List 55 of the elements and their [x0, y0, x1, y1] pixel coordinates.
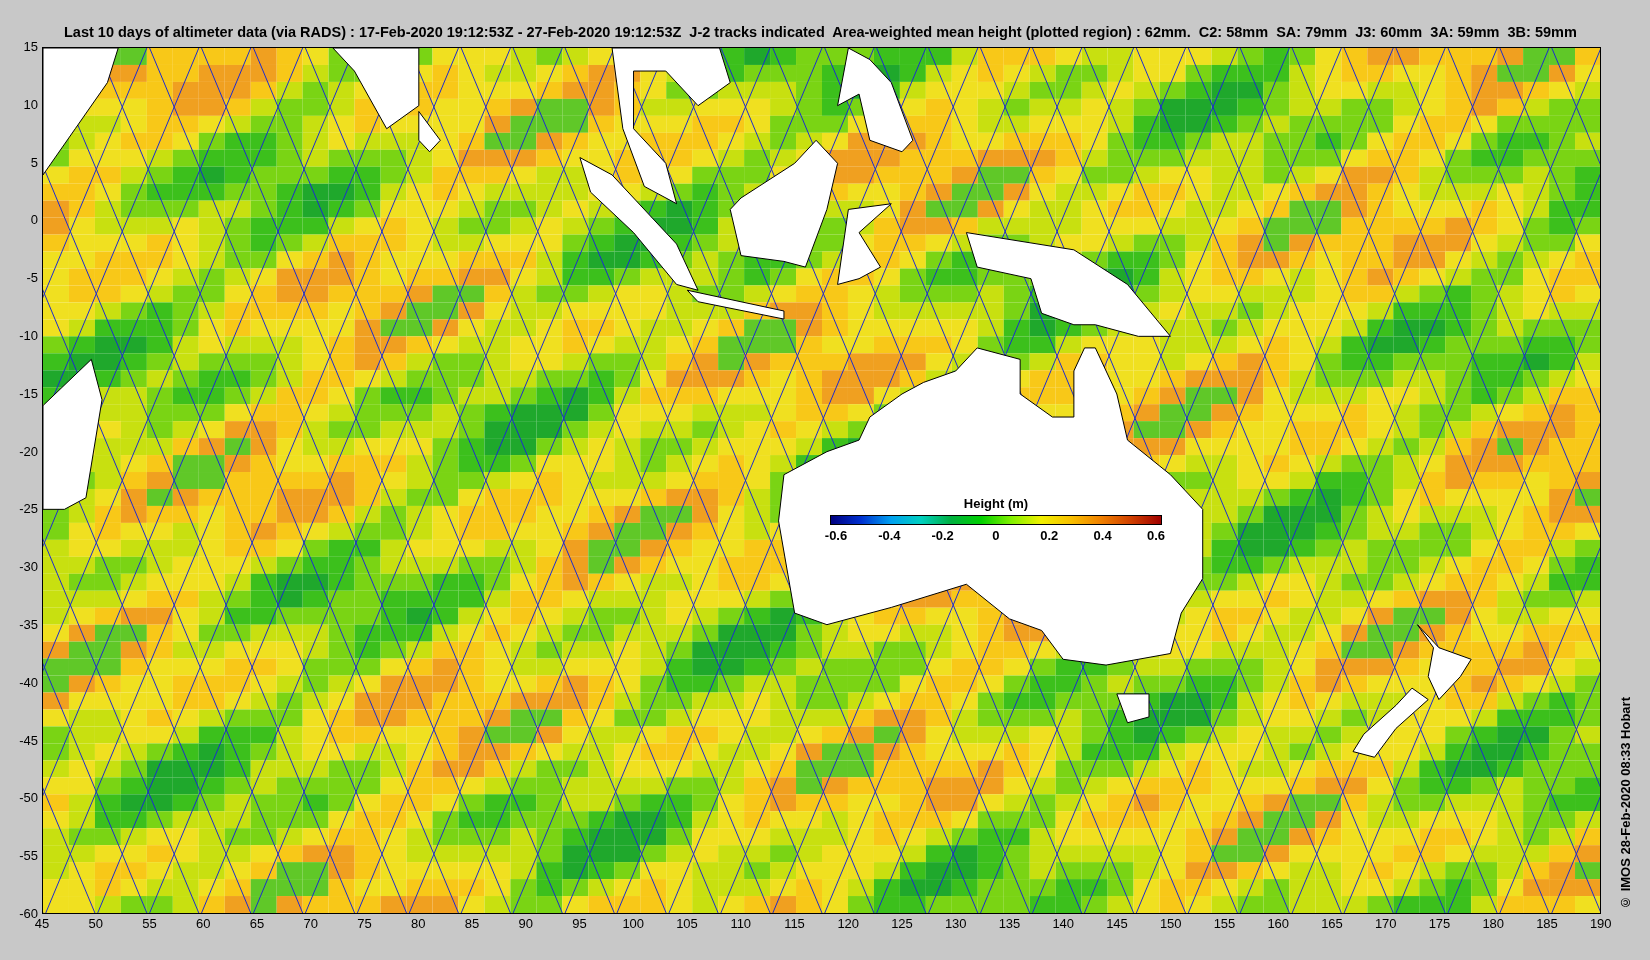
axis-label: 175 — [1427, 916, 1452, 933]
axis-label: 65 — [248, 916, 266, 933]
axis-label: -45 — [19, 732, 38, 749]
axis-label: 85 — [463, 916, 481, 933]
axis-label: -5 — [26, 270, 38, 287]
axis-label: 105 — [675, 916, 699, 933]
scale-label: 0.4 — [1092, 528, 1113, 543]
legend-title: Height (m) — [963, 496, 1029, 511]
scale-label: 0.6 — [1145, 528, 1166, 543]
axis-label: 155 — [1212, 916, 1237, 933]
scale-label: -0.4 — [877, 528, 902, 543]
axis-label: 165 — [1320, 916, 1344, 933]
axis-label: -30 — [19, 559, 38, 576]
axis-label: 75 — [356, 916, 373, 933]
axis-label: -20 — [19, 443, 38, 460]
axis-label: 160 — [1266, 916, 1291, 933]
axis-label: 140 — [1051, 916, 1076, 933]
axis-label: 145 — [1105, 916, 1129, 933]
axis-label: 90 — [517, 916, 534, 933]
axis-label: 185 — [1535, 916, 1559, 933]
axis-label: 135 — [997, 916, 1022, 933]
axis-label: 130 — [943, 916, 968, 933]
axis-label: -50 — [19, 790, 38, 807]
axis-label: 95 — [571, 916, 588, 933]
axis-label: -25 — [19, 501, 38, 518]
scale-label: -0.2 — [930, 528, 955, 543]
axis-label: 150 — [1158, 916, 1183, 933]
axis-label: 60 — [195, 916, 212, 933]
axis-label: 15 — [23, 39, 38, 55]
plot-title: Last 10 days of altimeter data (via RADS) : 17-Feb-2020 19:12:53Z - 27-Feb-2020 19:12:53Z J-2 tracks indicated Area-weighted mean height (plotted region) : 62mm. C2: 58mm SA: 79mm J3: 60mm 3A: 59mm 3B: 59mm — [64, 24, 1577, 40]
axis-label: 80 — [410, 916, 427, 933]
axis-label: 0 — [30, 212, 38, 229]
axis-label: 120 — [836, 916, 861, 933]
scale-label: -0.6 — [823, 528, 849, 543]
axis-label: 70 — [302, 916, 319, 933]
axis-label: 170 — [1373, 916, 1398, 933]
axis-label: 115 — [783, 916, 806, 933]
axis-label: -40 — [19, 674, 38, 691]
axis-label: -10 — [19, 328, 38, 344]
scale-label: 0 — [991, 528, 1001, 543]
axis-label: -60 — [19, 905, 38, 921]
axis-label: 125 — [890, 916, 914, 933]
axis-label: -15 — [19, 385, 38, 402]
axis-label: 5 — [30, 154, 38, 171]
axis-label: 55 — [141, 916, 158, 933]
axis-label: 10 — [23, 96, 38, 113]
axis-label: 100 — [621, 916, 646, 933]
credit-text: © IMOS 28-Feb-2020 08:33 Hobart — [1618, 697, 1633, 910]
axis-label: -55 — [19, 848, 38, 865]
axis-label: 110 — [729, 916, 753, 933]
axis-label: 50 — [87, 916, 104, 933]
scale-label: 0.2 — [1039, 528, 1060, 543]
axis-label: -35 — [19, 616, 38, 633]
axis-label: 190 — [1588, 916, 1613, 933]
axis-label: 180 — [1481, 916, 1506, 933]
